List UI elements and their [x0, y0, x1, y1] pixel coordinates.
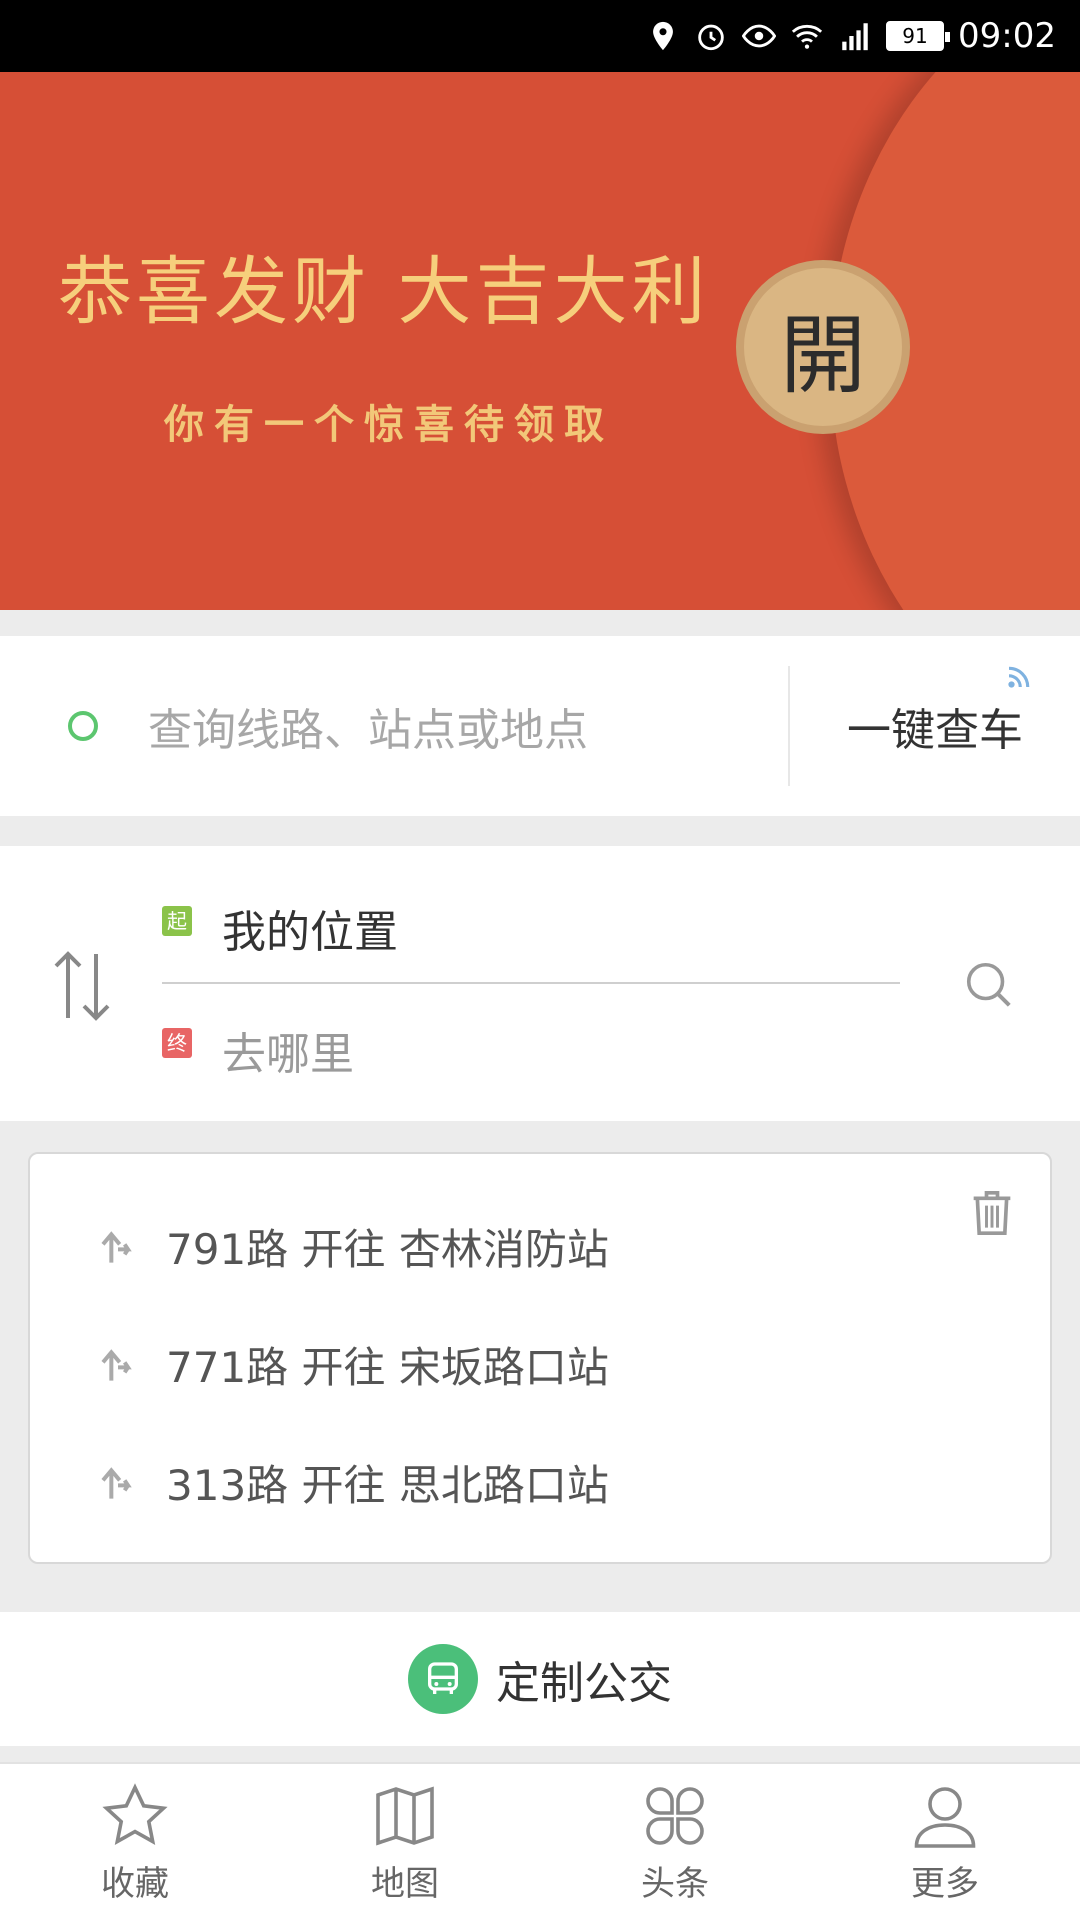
tab-favorites[interactable]: 收藏	[0, 1764, 270, 1920]
destination-field[interactable]: 去哪里	[222, 1018, 354, 1082]
quick-check-button[interactable]: 一键查车	[790, 636, 1080, 816]
route-divider	[162, 982, 900, 984]
history-item[interactable]: 791路 开往 杏林消防站	[100, 1216, 609, 1276]
start-field[interactable]: 我的位置	[222, 896, 398, 960]
star-icon	[102, 1782, 168, 1845]
tab-label: 更多	[911, 1863, 979, 1904]
user-icon	[914, 1786, 976, 1848]
news-grid-icon	[646, 1786, 704, 1845]
location-icon	[653, 21, 673, 51]
eye-icon	[742, 24, 777, 48]
open-coin-button[interactable]: 開	[736, 260, 910, 434]
battery-indicator: 91	[886, 21, 951, 51]
start-tag: 起	[162, 906, 192, 936]
bottom-tab-bar: 收藏 地图 头条 更多	[0, 1762, 1080, 1920]
quick-check-label: 一键查车	[847, 705, 1023, 756]
clock: 09:02	[958, 16, 1056, 56]
turn-arrow-icon	[101, 1349, 132, 1381]
trash-icon[interactable]	[970, 1188, 1014, 1238]
banner-subtitle: 你有一个惊喜待领取	[164, 402, 614, 448]
custom-bus-button[interactable]: 定制公交	[0, 1612, 1080, 1746]
history-item[interactable]: 771路 开往 宋坂路口站	[100, 1334, 609, 1394]
turn-arrow-icon	[101, 1231, 132, 1263]
alarm-icon	[698, 24, 724, 51]
swap-icon[interactable]	[50, 946, 114, 1026]
turn-arrow-icon	[101, 1467, 132, 1499]
map-icon	[376, 1786, 434, 1845]
wifi-icon	[791, 24, 823, 49]
status-bar: 91 09:02	[0, 0, 1080, 72]
bus-icon	[408, 1644, 478, 1714]
route-planner: 起 我的位置 终 去哪里	[0, 846, 1080, 1121]
history-card: 791路 开往 杏林消防站 771路 开往 宋坂路口站 313路 开往 思北路口…	[28, 1152, 1052, 1564]
tab-news[interactable]: 头条	[540, 1764, 810, 1920]
history-route-label: 791路 开往 杏林消防站	[166, 1224, 609, 1274]
tab-label: 头条	[641, 1863, 709, 1904]
history-item[interactable]: 313路 开往 思北路口站	[100, 1452, 609, 1512]
cell-signal-icon	[842, 23, 868, 51]
history-route-label: 771路 开往 宋坂路口站	[166, 1342, 609, 1392]
red-packet-banner[interactable]: 恭喜发财 大吉大利 你有一个惊喜待领取 開	[0, 72, 1080, 610]
tab-label: 收藏	[101, 1863, 169, 1904]
custom-bus-label: 定制公交	[496, 1658, 672, 1709]
banner-title: 恭喜发财 大吉大利	[58, 249, 710, 335]
search-card: 查询线路、站点或地点 一键查车	[0, 636, 1080, 816]
location-dot-icon	[68, 711, 98, 741]
history-route-label: 313路 开往 思北路口站	[166, 1460, 609, 1510]
tab-map[interactable]: 地图	[270, 1764, 540, 1920]
search-input[interactable]: 查询线路、站点或地点	[0, 636, 790, 816]
broadcast-icon	[1008, 666, 1030, 688]
tab-label: 地图	[371, 1863, 439, 1904]
end-tag: 终	[162, 1028, 192, 1058]
search-icon[interactable]	[962, 958, 1016, 1012]
tab-more[interactable]: 更多	[810, 1764, 1080, 1920]
search-placeholder: 查询线路、站点或地点	[148, 705, 588, 756]
